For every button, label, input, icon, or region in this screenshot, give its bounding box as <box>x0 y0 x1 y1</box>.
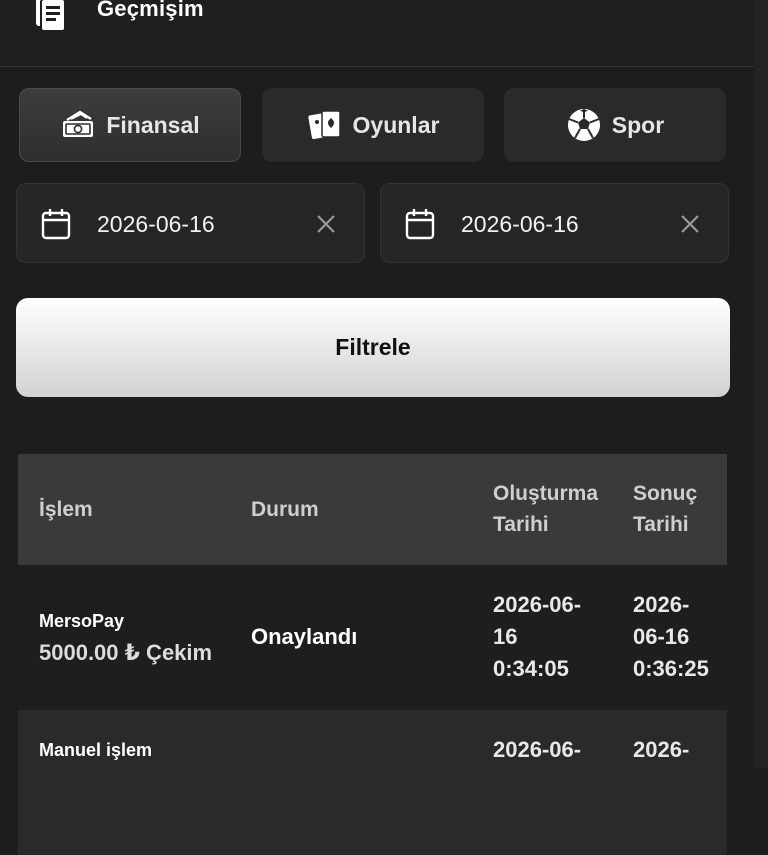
row-status: Onaylandı <box>251 624 358 649</box>
end-date-value[interactable]: 2026-06-16 <box>461 209 579 239</box>
row-result-date: 2026- <box>633 737 690 762</box>
tab-finansal[interactable]: Finansal <box>19 88 241 162</box>
start-date-field[interactable]: 2026-06-16 <box>16 183 365 263</box>
row-method: MersoPay <box>39 611 125 631</box>
row-amount: 5000.00 ₺ Çekim <box>39 640 213 665</box>
soccer-ball-icon <box>566 107 602 143</box>
playing-cards-icon <box>307 107 343 143</box>
tab-spor[interactable]: Spor <box>504 88 726 162</box>
row-created-date: 2026-06- 16 0:34:05 <box>493 592 582 681</box>
filter-button[interactable]: Filtrele <box>16 298 730 397</box>
header-durum: Durum <box>251 498 319 521</box>
tab-finansal-label: Finansal <box>106 111 200 138</box>
close-icon[interactable] <box>678 212 702 236</box>
header-islem: İşlem <box>39 498 93 521</box>
row-created-date: 2026-06- <box>493 737 582 762</box>
calendar-icon <box>41 209 71 240</box>
row-method: Manuel işlem <box>39 740 153 760</box>
tab-oyunlar-label: Oyunlar <box>352 111 440 138</box>
money-stack-icon <box>60 107 96 143</box>
table-row[interactable]: Manuel işlem 2026-06- 2026- <box>18 710 727 855</box>
calendar-icon <box>405 209 435 240</box>
tab-spor-label: Spor <box>611 111 665 138</box>
page-title: Geçmişim <box>97 0 204 21</box>
tab-oyunlar[interactable]: Oyunlar <box>262 88 484 162</box>
page-header: Geçmişim <box>0 0 754 67</box>
table-header: İşlem Durum Oluşturma Tarihi Sonuç Tarih… <box>18 454 727 565</box>
header-sonuc-tarihi: Sonuç Tarihi <box>633 482 698 536</box>
start-date-value[interactable]: 2026-06-16 <box>97 209 215 239</box>
document-list-icon <box>36 0 66 32</box>
scrollbar-track[interactable] <box>754 0 768 768</box>
table-row[interactable]: MersoPay 5000.00 ₺ Çekim Onaylandı 2026-… <box>18 565 727 710</box>
row-result-date: 2026- 06-16 0:36:25 <box>633 592 709 681</box>
header-olusturma-tarihi: Oluşturma Tarihi <box>493 482 599 536</box>
end-date-field[interactable]: 2026-06-16 <box>380 183 729 263</box>
close-icon[interactable] <box>314 212 338 236</box>
